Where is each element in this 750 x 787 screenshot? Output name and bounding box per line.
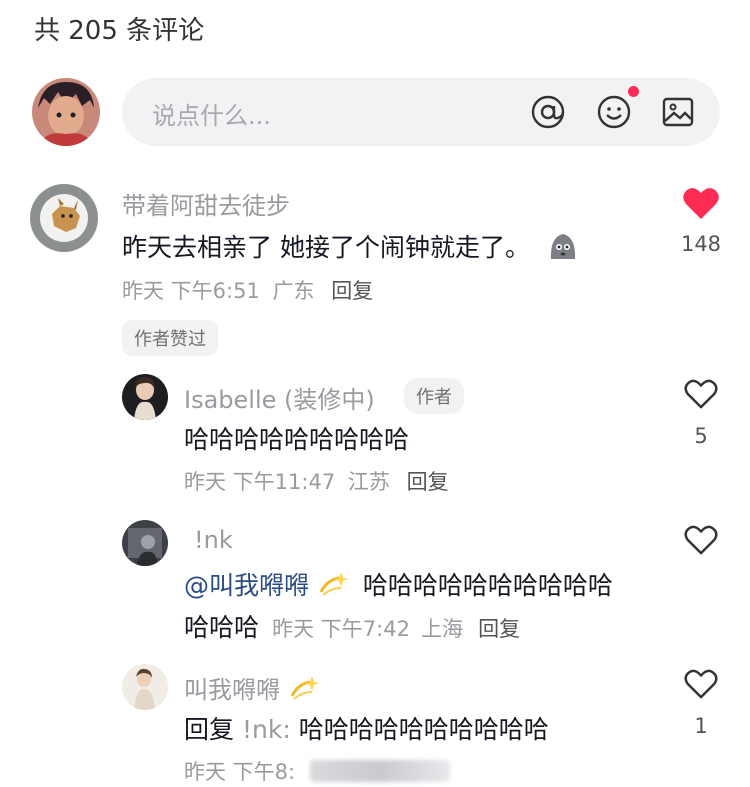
- comment-location: 广东: [272, 279, 315, 303]
- comment-meta: 昨天 下午6:51 广东 回复: [122, 275, 373, 305]
- comment-input-placeholder: 说点什么...: [152, 102, 271, 130]
- avatar-image: [32, 78, 100, 146]
- sparkle-emoji-icon: [317, 570, 349, 604]
- comment-text: 昨天去相亲了 她接了个闹钟就走了。: [122, 228, 580, 269]
- reply-target[interactable]: !nk:: [242, 715, 291, 744]
- avatar-image: [122, 664, 168, 710]
- reply-text: 哈哈哈哈哈哈哈哈哈: [184, 425, 410, 454]
- sparkle-emoji-icon: [288, 674, 320, 708]
- author-badge: 作者: [404, 378, 464, 414]
- like-count: 1: [694, 714, 708, 738]
- reply-text: 回复 !nk: 哈哈哈哈哈哈哈哈哈哈: [184, 710, 549, 746]
- reply-username-text: 叫我嘚嘚: [184, 676, 280, 704]
- notification-dot: [628, 86, 639, 97]
- obscured-region: [310, 760, 450, 782]
- like-heart-icon[interactable]: [682, 186, 720, 224]
- reply-time: 昨天 下午8:: [184, 760, 296, 784]
- avatar-image: [122, 520, 168, 566]
- reply-username[interactable]: Isabelle (装修中): [184, 380, 375, 415]
- reply-location: 江苏: [347, 470, 390, 494]
- avatar-image: [122, 374, 168, 420]
- comment-count: 共 205 条评论: [34, 16, 205, 46]
- image-icon[interactable]: [658, 92, 698, 132]
- reply-button[interactable]: 回复: [478, 617, 520, 641]
- like-heart-outline-icon[interactable]: [683, 524, 719, 560]
- author-liked-badge: 作者赞过: [122, 320, 218, 356]
- commenter-username[interactable]: 带着阿甜去徒步: [122, 186, 290, 221]
- reply-avatar[interactable]: [122, 664, 168, 710]
- reply-button[interactable]: 回复: [331, 279, 373, 303]
- at-icon[interactable]: [528, 92, 568, 132]
- comment-text-body: 昨天去相亲了 她接了个闹钟就走了。: [122, 233, 530, 262]
- like-heart-outline-icon[interactable]: [683, 668, 719, 704]
- reply-time: 昨天 下午7:42: [272, 617, 410, 641]
- emoji-icon[interactable]: [594, 92, 634, 132]
- current-user-avatar[interactable]: [32, 78, 100, 146]
- reply-time: 昨天 下午11:47: [184, 470, 336, 494]
- avatar-image: [30, 184, 98, 252]
- reply-text-body: 哈哈哈哈哈哈哈哈哈哈: [362, 571, 613, 600]
- reply-avatar[interactable]: [122, 374, 168, 420]
- reply-text-line2: 哈哈哈: [184, 613, 260, 642]
- comment-input[interactable]: 说点什么...: [122, 78, 720, 146]
- reply-meta: 昨天 下午8:: [184, 756, 295, 786]
- reply-avatar[interactable]: [122, 520, 168, 566]
- ghost-emoji-icon: [546, 229, 580, 269]
- reply-button[interactable]: 回复: [407, 470, 449, 494]
- comment-time: 昨天 下午6:51: [122, 279, 260, 303]
- like-heart-outline-icon[interactable]: [683, 378, 719, 414]
- reply-username[interactable]: !nk: [194, 526, 233, 554]
- reply-username[interactable]: 叫我嘚嘚: [184, 670, 320, 708]
- commenter-avatar[interactable]: [30, 184, 98, 252]
- reply-meta: 昨天 下午11:47 江苏 回复: [184, 466, 449, 496]
- reply-text: @叫我嘚嘚 哈哈哈哈哈哈哈哈哈哈: [184, 566, 613, 604]
- reply-location: 上海: [421, 617, 464, 641]
- reply-text-continued: 哈哈哈 昨天 下午7:42 上海 回复: [184, 608, 520, 644]
- reply-prefix: 回复: [184, 715, 235, 744]
- mention-link[interactable]: @叫我嘚嘚: [184, 571, 309, 600]
- like-count: 148: [680, 232, 722, 256]
- like-count: 5: [694, 424, 708, 448]
- reply-text-body: 哈哈哈哈哈哈哈哈哈哈: [298, 715, 549, 744]
